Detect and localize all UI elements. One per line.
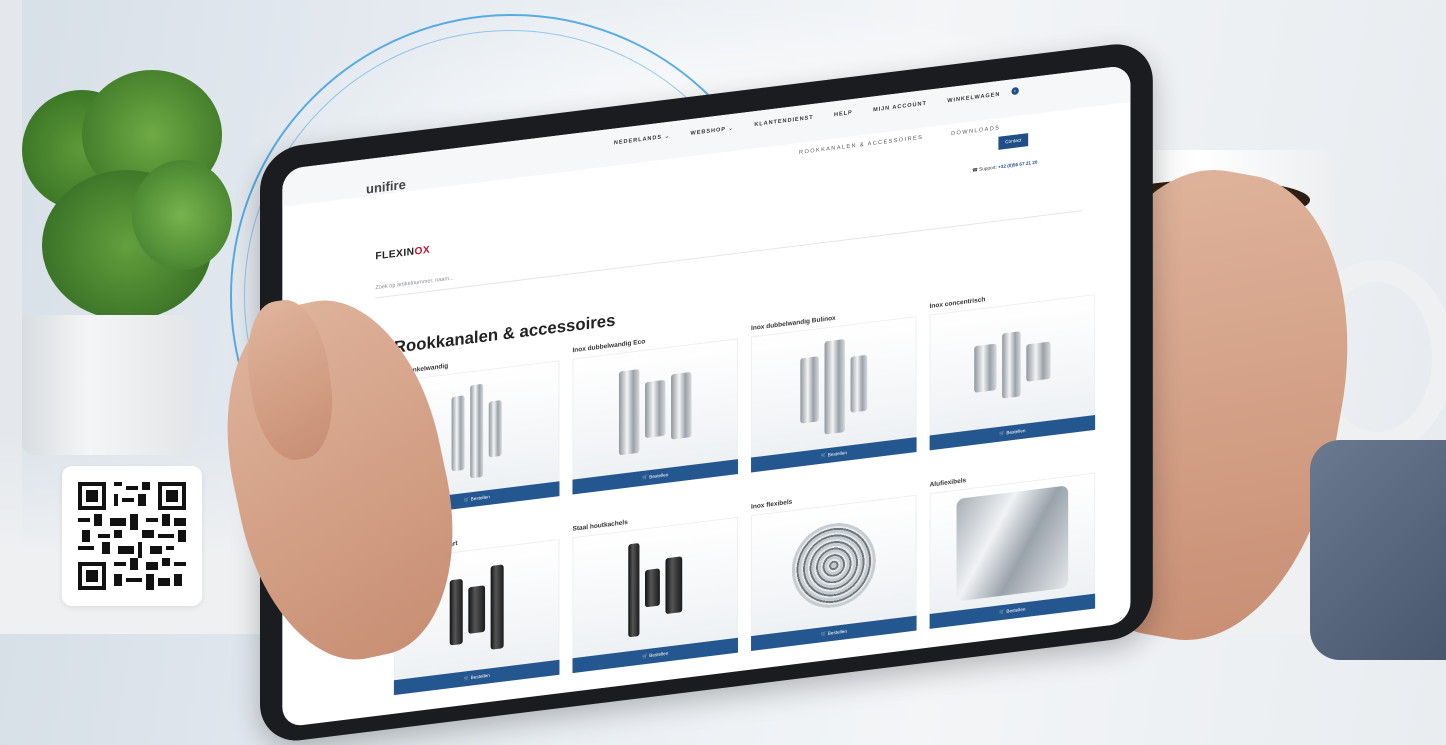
category-card[interactable]: Inox dubbelwandig Bulinox 🛒 Bestellen [751,305,917,473]
product-image[interactable] [751,494,917,637]
plant-leaves [22,70,232,350]
qr-code-card[interactable] [62,466,202,606]
category-card[interactable]: Inox concentrisch 🛒 Bestellen [929,283,1096,451]
search-input[interactable]: Zoek op artikelnummer, naam... [375,191,1083,299]
category-card[interactable]: Inox flexibels 🛒 Bestellen [751,484,917,651]
product-image[interactable] [572,516,739,659]
plant-pot [22,315,192,455]
product-image[interactable] [929,472,1096,615]
support-phone[interactable]: +32 (0)56 67 21 20 [998,160,1037,170]
product-image[interactable] [929,294,1096,436]
category-card[interactable]: Alufiexibels 🛒 Bestellen [929,462,1096,629]
support-label: Support: [979,164,997,173]
product-image[interactable] [572,338,739,480]
qr-code[interactable] [78,482,186,590]
contact-button[interactable]: Contact [998,133,1029,150]
flexinox-logo[interactable]: FLEXINOX [375,244,430,262]
alu-flexible-image [956,485,1069,602]
support-line: ☎ Support: +32 (0)56 67 21 20 [972,160,1037,174]
category-card[interactable]: Inox dubbelwandig Eco 🛒 Bestellen [572,327,739,495]
product-image[interactable] [751,316,917,458]
category-card[interactable]: Staal houtkachels 🛒 Bestellen [572,506,739,674]
flexible-coil-image [791,518,876,613]
subnav-item-downloads[interactable]: DOWNLOADS [951,125,1000,137]
sleeve [1310,440,1446,660]
phone-icon: ☎ [972,167,978,174]
